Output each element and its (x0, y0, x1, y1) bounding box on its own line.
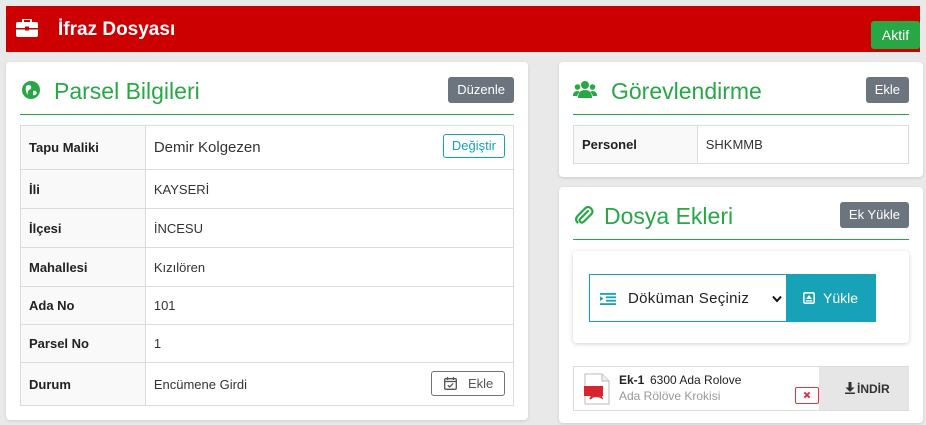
change-owner-button[interactable]: Değiştir (442, 134, 505, 158)
page-title: İfraz Dosyası (58, 19, 176, 40)
briefcase-icon (16, 19, 38, 37)
upload-button[interactable]: Yükle (787, 274, 876, 322)
row-key: Tapu Maliki (20, 125, 146, 170)
attachment-description: Ada Rölöve Krokisi (619, 389, 721, 403)
table-row: Mahallesi Kızılören (20, 247, 515, 287)
list-indent-icon (600, 293, 616, 305)
row-value: Encümene Girdi Ekle (144, 362, 515, 406)
globe-icon (22, 81, 40, 99)
table-row: Tapu Maliki Demir Kolgezen Değiştir (20, 125, 515, 170)
attachments-title: Dosya Ekleri (604, 203, 734, 229)
download-button[interactable]: İNDİR (819, 367, 909, 410)
row-key: İli (20, 169, 146, 209)
parcel-info-header: Parsel Bilgileri Düzenle (20, 62, 514, 115)
upload-attachment-button[interactable]: Ek Yükle (839, 202, 909, 228)
users-icon (573, 81, 597, 98)
download-icon (845, 382, 855, 394)
close-icon (803, 391, 811, 399)
row-value: SHKMMB (696, 125, 910, 164)
row-key: İlçesi (20, 208, 146, 248)
row-value: Demir Kolgezen Değiştir (144, 125, 515, 170)
row-key: Parsel No (20, 324, 146, 363)
table-row: Parsel No 1 (20, 324, 515, 363)
assignment-table: Personel SHKMMB (573, 125, 910, 164)
document-type-select[interactable]: Döküman Seçiniz (589, 274, 787, 322)
parcel-table: Tapu Maliki Demir Kolgezen Değiştir İli … (20, 125, 515, 406)
status-text: Encümene Girdi (153, 376, 248, 392)
assignment-title: Görevlendirme (611, 78, 762, 104)
row-key: Durum (20, 362, 146, 406)
row-value: 1 (144, 324, 515, 363)
row-key: Ada No (20, 286, 146, 325)
page-header: İfraz Dosyası Aktif (6, 6, 920, 52)
owner-name: Demir Kolgezen (153, 139, 261, 156)
add-assignment-button[interactable]: Ekle (865, 77, 909, 103)
row-key: Mahallesi (20, 247, 146, 287)
table-row: Personel SHKMMB (573, 125, 910, 164)
parcel-info-panel: Parsel Bilgileri Düzenle Tapu Maliki Dem… (6, 62, 528, 420)
download-label: İNDİR (857, 382, 890, 396)
attachment-item: Ek-1 6300 Ada Rolove Ada Rölöve Krokisi … (573, 366, 909, 411)
attachment-code: Ek-1 (619, 373, 645, 387)
edit-parcel-button[interactable]: Düzenle (448, 77, 514, 103)
row-value: İNCESU (144, 208, 515, 248)
row-value: Kızılören (144, 247, 515, 287)
table-row: İlçesi İNCESU (20, 208, 515, 248)
row-value: 101 (144, 286, 515, 325)
upload-label: Yükle (823, 290, 859, 306)
document-type-value: Döküman Seçiniz (628, 290, 750, 307)
table-row: Durum Encümene Girdi Ekle (20, 362, 515, 406)
chevron-down-icon (772, 295, 782, 303)
table-row: Ada No 101 (20, 286, 515, 325)
calendar-check-icon (444, 377, 457, 390)
assignment-panel: Görevlendirme Ekle Personel SHKMMB (559, 62, 923, 177)
table-row: İli KAYSERİ (20, 169, 515, 209)
upload-form: Döküman Seçiniz Yükle (573, 251, 909, 343)
row-value: KAYSERİ (144, 169, 515, 209)
attachments-panel: Dosya Ekleri Ek Yükle Döküman Seçiniz Yü… (559, 187, 923, 423)
assignment-header: Görevlendirme Ekle (573, 62, 909, 115)
parcel-info-title: Parsel Bilgileri (54, 78, 200, 104)
pdf-file-icon (584, 373, 610, 405)
row-key: Personel (573, 125, 698, 164)
add-status-label: Ekle (468, 376, 494, 391)
attachment-name[interactable]: 6300 Ada Rolove (650, 373, 741, 387)
add-status-button[interactable]: Ekle (431, 371, 505, 396)
status-badge: Aktif (871, 21, 920, 49)
attachments-header: Dosya Ekleri Ek Yükle (573, 187, 909, 240)
upload-icon (803, 292, 815, 304)
delete-attachment-button[interactable] (795, 387, 819, 404)
paperclip-icon (575, 205, 594, 224)
